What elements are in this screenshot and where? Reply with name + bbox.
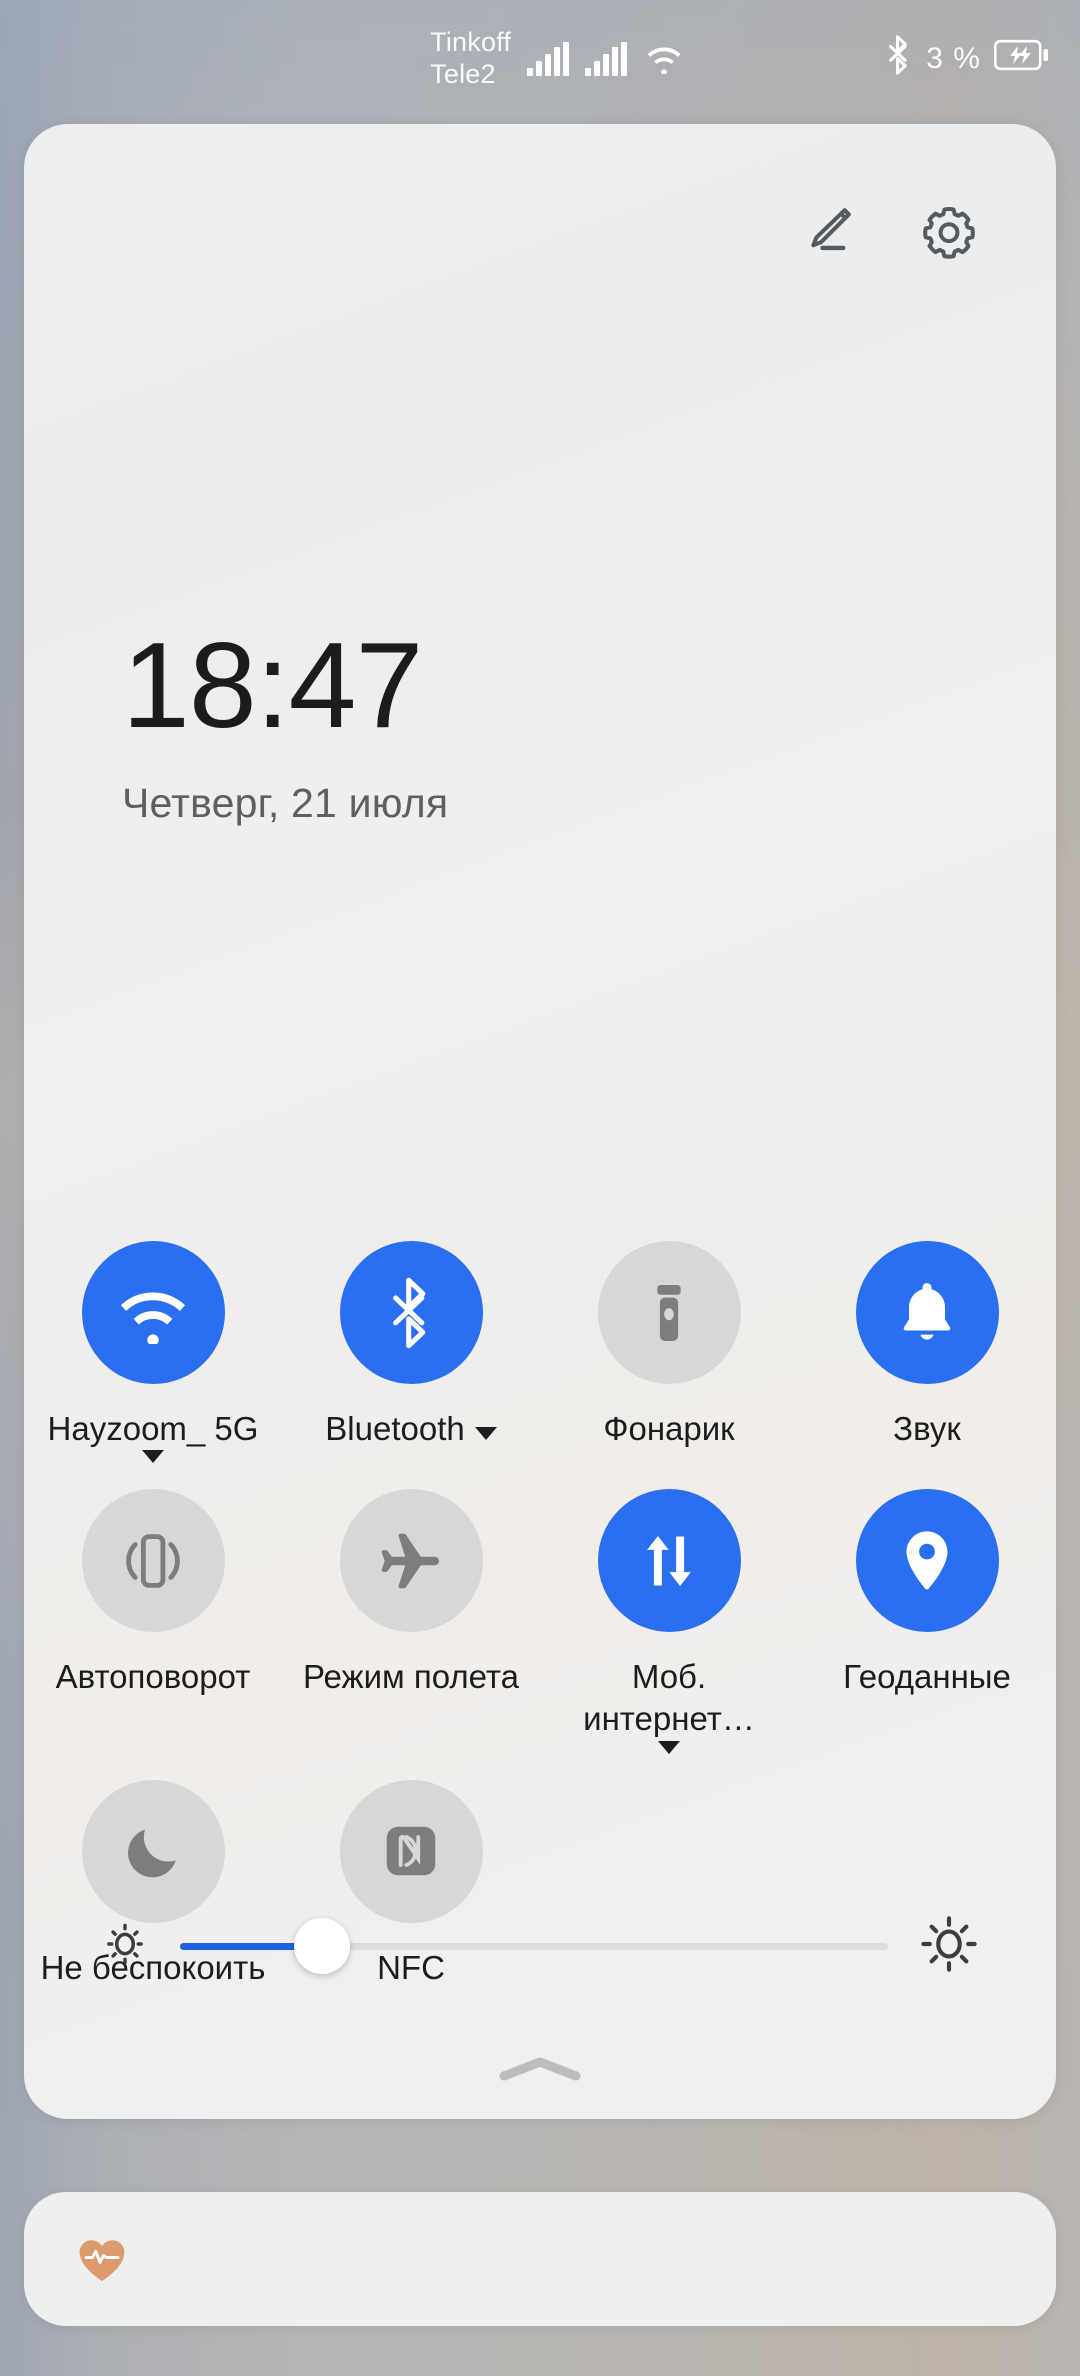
tile-label-row: Фонарик bbox=[549, 1408, 789, 1450]
brightness-slider[interactable] bbox=[180, 1918, 888, 1974]
clock-time: 18:47 bbox=[122, 617, 423, 753]
auto-rotate-icon bbox=[126, 1533, 180, 1588]
clock-date: Четверг, 21 июля bbox=[122, 780, 449, 826]
brightness-slider-row bbox=[24, 1891, 1056, 2001]
panel-header bbox=[794, 124, 1056, 334]
tile-icon-circle[interactable] bbox=[339, 1489, 483, 1633]
tile-icon-circle[interactable] bbox=[597, 1241, 741, 1384]
status-bar-center: Tinkoff Tele2 bbox=[430, 27, 685, 91]
chevron-up-icon bbox=[499, 2057, 581, 2081]
tile-label: Геоданные bbox=[843, 1658, 1011, 1696]
tile-label-row: Bluetooth bbox=[291, 1408, 531, 1450]
airplane-icon bbox=[381, 1533, 439, 1589]
tile-location[interactable]: Геоданные bbox=[798, 1467, 1056, 1757]
status-bar-right: 3 % bbox=[885, 35, 1050, 83]
location-pin-icon bbox=[906, 1531, 948, 1590]
tile-flashlight[interactable]: Фонарик bbox=[540, 1219, 798, 1467]
tile-icon-circle[interactable] bbox=[597, 1489, 741, 1633]
tile-label-row: Моб. интернет… bbox=[549, 1656, 789, 1757]
bluetooth-icon bbox=[885, 35, 913, 83]
battery-percent-label: 3 % bbox=[926, 42, 981, 75]
tile-label-row: Автоповорот bbox=[33, 1656, 273, 1698]
bluetooth-icon bbox=[393, 1277, 426, 1348]
tile-mobile-data[interactable]: Моб. интернет… bbox=[540, 1467, 798, 1757]
tile-label-row: Режим полета bbox=[291, 1656, 531, 1698]
tile-wifi[interactable]: Hayzoom_ 5G bbox=[24, 1219, 282, 1467]
bell-icon bbox=[903, 1282, 951, 1340]
battery-charging-icon bbox=[993, 39, 1050, 79]
wifi-icon bbox=[120, 1292, 186, 1344]
chevron-down-icon[interactable] bbox=[658, 1740, 680, 1754]
brightness-high-icon[interactable] bbox=[918, 1913, 980, 1980]
clock-block: 18:47 Четверг, 21 июля bbox=[122, 624, 448, 827]
tile-icon-circle[interactable] bbox=[81, 1241, 225, 1384]
panel-collapse-handle[interactable] bbox=[475, 2047, 605, 2091]
tile-label-row: Геоданные bbox=[807, 1656, 1047, 1698]
moon-icon bbox=[128, 1829, 176, 1878]
tile-bluetooth[interactable]: Bluetooth bbox=[282, 1219, 540, 1467]
carrier-names: Tinkoff Tele2 bbox=[430, 27, 511, 91]
heart-pulse-icon bbox=[74, 2231, 130, 2287]
notification-card[interactable] bbox=[24, 2192, 1056, 2326]
tile-label-row: Hayzoom_ 5G bbox=[33, 1408, 273, 1467]
tile-icon-circle[interactable] bbox=[855, 1489, 999, 1633]
tile-sound[interactable]: Звук bbox=[798, 1219, 1056, 1467]
pencil-edit-icon[interactable] bbox=[794, 194, 864, 264]
quick-settings-tiles: Hayzoom_ 5G Bluetooth Фонарик Звук Автоп… bbox=[24, 1219, 1056, 1989]
quick-settings-screen: Tinkoff Tele2 3 % 18:47 Четверг, 21 июля… bbox=[0, 0, 1080, 2376]
tile-label: Фонарик bbox=[603, 1410, 735, 1447]
quick-settings-panel: 18:47 Четверг, 21 июля Hayzoom_ 5G Bluet… bbox=[24, 124, 1056, 2119]
brightness-low-icon[interactable] bbox=[100, 1919, 150, 1974]
mobile-data-icon bbox=[647, 1535, 691, 1586]
tile-label: Автоповорот bbox=[55, 1658, 251, 1696]
cellular-signal-icon bbox=[527, 42, 570, 76]
tile-label: Режим полета bbox=[302, 1658, 519, 1696]
chevron-down-icon[interactable] bbox=[474, 1427, 497, 1440]
tile-icon-circle[interactable] bbox=[855, 1241, 999, 1384]
tile-label: Hayzoom_ 5G bbox=[47, 1410, 259, 1447]
tile-label: Звук bbox=[893, 1410, 961, 1447]
gear-icon[interactable] bbox=[914, 194, 984, 264]
tile-row: Автоповорот Режим полета Моб. интернет… … bbox=[24, 1467, 1056, 1757]
nfc-icon bbox=[386, 1826, 436, 1876]
chevron-down-icon[interactable] bbox=[142, 1450, 164, 1464]
tile-label-row: Звук bbox=[807, 1408, 1047, 1450]
tile-label: Моб. интернет… bbox=[583, 1658, 755, 1738]
flashlight-icon bbox=[657, 1284, 681, 1341]
tile-airplane-mode[interactable]: Режим полета bbox=[282, 1467, 540, 1757]
tile-row: Hayzoom_ 5G Bluetooth Фонарик Звук bbox=[24, 1219, 1056, 1467]
wifi-icon bbox=[643, 40, 685, 79]
slider-thumb[interactable] bbox=[293, 1918, 350, 1974]
status-bar: Tinkoff Tele2 3 % bbox=[0, 0, 1080, 118]
cellular-signal-icon bbox=[585, 42, 628, 76]
tile-auto-rotate[interactable]: Автоповорот bbox=[24, 1467, 282, 1757]
carrier-1-label: Tinkoff bbox=[430, 27, 512, 58]
carrier-2-label: Tele2 bbox=[430, 59, 496, 89]
tile-icon-circle[interactable] bbox=[339, 1241, 483, 1384]
tile-label: Bluetooth bbox=[325, 1410, 465, 1447]
tile-icon-circle[interactable] bbox=[81, 1489, 225, 1633]
